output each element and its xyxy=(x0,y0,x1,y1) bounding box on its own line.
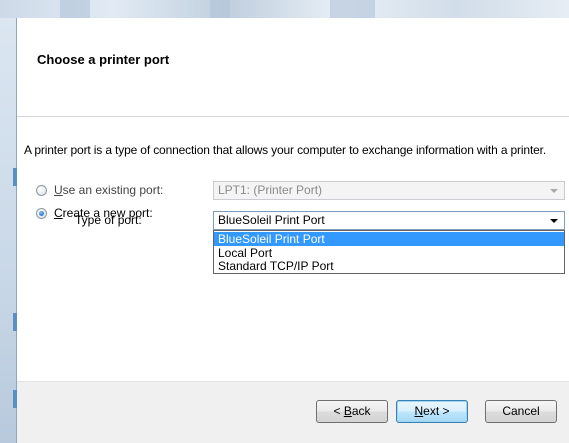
existing-port-radio[interactable] xyxy=(36,185,47,196)
dropdown-option[interactable]: Local Port xyxy=(214,246,564,260)
next-button[interactable]: Next > xyxy=(396,400,468,423)
port-type-value: BlueSoleil Print Port xyxy=(218,213,325,227)
chevron-down-icon[interactable] xyxy=(550,219,558,223)
cancel-button[interactable]: Cancel xyxy=(485,400,557,423)
existing-port-label[interactable]: Use an existing port: xyxy=(54,183,163,197)
wizard-header xyxy=(17,18,569,116)
page-title: Choose a printer port xyxy=(37,52,170,67)
add-printer-wizard: Choose a printer port A printer port is … xyxy=(0,0,569,443)
port-type-dropdown-list: BlueSoleil Print Port Local Port Standar… xyxy=(213,230,565,274)
title-bar xyxy=(0,0,569,18)
description-text: A printer port is a type of connection t… xyxy=(24,143,547,157)
dropdown-option[interactable]: BlueSoleil Print Port xyxy=(214,232,564,246)
header-divider xyxy=(17,116,569,117)
port-type-select[interactable]: BlueSoleil Print Port xyxy=(213,211,565,230)
existing-port-select: LPT1: (Printer Port) xyxy=(213,181,565,200)
type-of-port-label: Type of port: xyxy=(75,213,142,227)
dropdown-option[interactable]: Standard TCP/IP Port xyxy=(214,259,564,273)
new-port-radio[interactable] xyxy=(36,208,47,219)
existing-port-value: LPT1: (Printer Port) xyxy=(218,183,323,197)
chevron-down-icon xyxy=(550,189,558,193)
window-frame-left xyxy=(0,18,17,443)
back-button[interactable]: < Back xyxy=(316,400,388,423)
